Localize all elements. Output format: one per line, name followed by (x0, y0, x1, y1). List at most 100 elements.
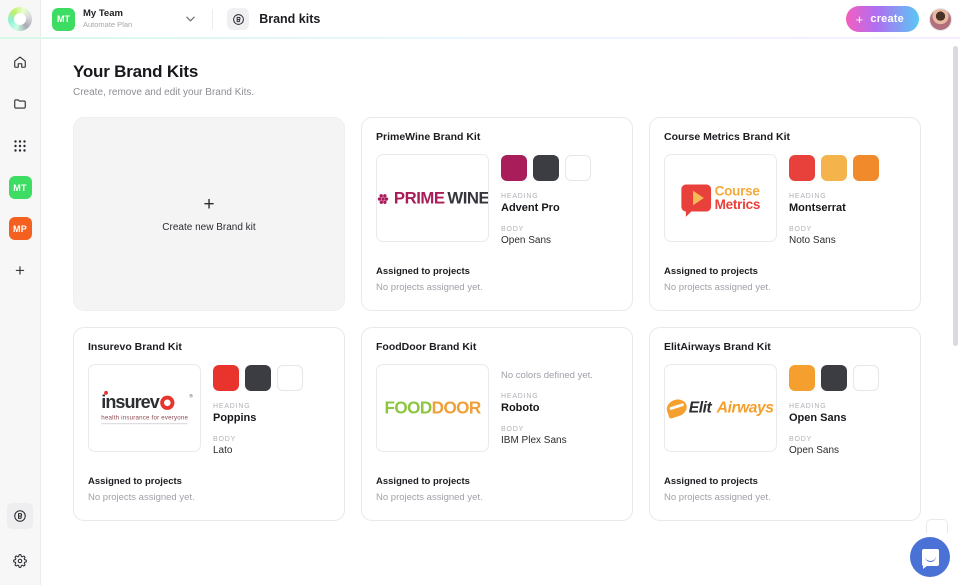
color-swatch[interactable] (565, 155, 591, 181)
team-text-group: My Team Automate Plan (83, 7, 133, 30)
team-plan: Automate Plan (83, 19, 133, 29)
rail-team-mt-label: MT (13, 182, 27, 193)
body-font: Open Sans (501, 235, 552, 246)
kit-title: Insurevo Brand Kit (88, 341, 182, 353)
rail-team-mp[interactable]: MP (8, 217, 32, 240)
brand-kit-card-primewine[interactable]: PrimeWine Brand Kit PRIME WINE HEADING A… (361, 117, 633, 311)
rail-top-group: MT MP + (8, 0, 32, 282)
fooddoor-logo-part1: FOOD (384, 398, 432, 418)
course-metrics-logo-part2: Metrics (714, 197, 760, 213)
avatar[interactable] (929, 7, 952, 31)
kit-title: FoodDoor Brand Kit (376, 341, 477, 353)
create-new-brand-kit-card[interactable]: + Create new Brand kit (73, 117, 345, 311)
kit-details: HEADING Poppins BODY Lato (213, 364, 330, 456)
brand-kit-card-course-metrics[interactable]: Course Metrics Brand Kit Course Metrics (649, 117, 921, 311)
create-button[interactable]: + create (845, 6, 919, 32)
body-font: Open Sans (789, 445, 840, 456)
color-swatch[interactable] (501, 155, 527, 181)
registered-mark-icon: ® (189, 393, 192, 399)
kit-body: FOOD DOOR No colors defined yet. HEADING … (376, 364, 618, 452)
rail-team-mt[interactable]: MT (8, 176, 32, 199)
color-swatch[interactable] (789, 155, 815, 181)
heading-label: HEADING (789, 193, 827, 200)
main-content: Your Brand Kits Create, remove and edit … (41, 40, 960, 585)
folder-icon[interactable] (8, 92, 32, 116)
brand-kit-card-fooddoor[interactable]: FoodDoor Brand Kit FOOD DOOR No colors de… (361, 327, 633, 521)
body-font: IBM Plex Sans (501, 435, 567, 446)
app-logo[interactable] (8, 7, 32, 31)
color-swatch[interactable] (533, 155, 559, 181)
assigned-title: Assigned to projects (664, 266, 758, 277)
logo-preview: Elit Airways (664, 364, 777, 452)
team-initials: MT (57, 14, 70, 24)
color-swatch[interactable] (213, 365, 239, 391)
assigned-title: Assigned to projects (376, 476, 470, 487)
color-swatch[interactable] (821, 155, 847, 181)
left-rail: MT MP + (0, 0, 41, 585)
color-swatch[interactable] (821, 365, 847, 391)
settings-gear-icon[interactable] (8, 549, 32, 573)
color-swatch[interactable] (245, 365, 271, 391)
topbar-divider (212, 9, 214, 29)
body-label: BODY (213, 436, 237, 443)
brand-kit-card-elitairways[interactable]: ElitAirways Brand Kit Elit Airways HEADIN… (649, 327, 921, 521)
elitairways-logo-part2: Airways (717, 398, 774, 417)
speech-bubble-play-icon (681, 184, 711, 217)
color-swatch[interactable] (853, 365, 879, 391)
color-swatch[interactable] (789, 365, 815, 391)
team-switcher[interactable]: MT My Team Automate Plan (52, 7, 195, 31)
chevron-down-icon[interactable] (186, 16, 195, 22)
team-name: My Team (83, 7, 123, 19)
heading-label: HEADING (789, 403, 827, 410)
logo-preview: Course Metrics (664, 154, 777, 242)
chat-bubble-icon[interactable] (910, 537, 950, 577)
brand-kits-icon[interactable] (7, 503, 33, 529)
heading-label: HEADING (213, 403, 251, 410)
home-icon[interactable] (8, 50, 32, 74)
grapes-icon (378, 193, 389, 204)
primewine-logo-part2: WINE (447, 188, 489, 207)
rail-bottom-group (7, 503, 33, 573)
rail-team-mp-label: MP (13, 223, 27, 234)
page-title: Your Brand Kits (73, 62, 199, 81)
brand-kit-grid: + Create new Brand kit PrimeWine Brand K… (73, 117, 921, 521)
insurevo-tagline: health insurance for everyone (101, 414, 188, 421)
logo-preview: PRIME WINE (376, 154, 489, 242)
insurevo-wordmark: insurev ® (101, 390, 193, 413)
kit-body: Elit Airways HEADING Open Sans BODY Open … (664, 364, 906, 456)
apps-grid-icon[interactable] (8, 134, 32, 158)
body-label: BODY (789, 436, 813, 443)
heading-font: Roboto (501, 402, 540, 414)
topbar-gradient-underline (0, 37, 960, 39)
kit-body: Course Metrics HEADING Montserrat BODY N… (664, 154, 906, 246)
add-team-icon[interactable]: + (8, 258, 32, 282)
topbar-right-group: + create (845, 6, 960, 32)
color-swatches (789, 155, 906, 181)
assigned-text: No projects assigned yet. (376, 282, 483, 293)
plus-icon: + (855, 11, 864, 27)
team-avatar: MT (52, 7, 75, 31)
topbar-page-title: Brand kits (259, 12, 321, 26)
body-font: Noto Sans (789, 235, 836, 246)
create-new-brand-kit-label: Create new Brand kit (162, 222, 256, 233)
assigned-text: No projects assigned yet. (88, 492, 195, 503)
heading-font: Open Sans (789, 412, 847, 424)
heading-label: HEADING (501, 393, 539, 400)
color-swatch[interactable] (277, 365, 303, 391)
course-metrics-logo: Course Metrics (681, 184, 760, 217)
assigned-title: Assigned to projects (664, 476, 758, 487)
body-label: BODY (501, 426, 525, 433)
brand-kit-card-insurevo[interactable]: Insurevo Brand Kit insurev ® health insu… (73, 327, 345, 521)
color-swatches (213, 365, 330, 391)
chat-panel-tab[interactable] (926, 519, 948, 533)
kit-details: HEADING Advent Pro BODY Open Sans (501, 154, 618, 246)
kit-body: PRIME WINE HEADING Advent Pro BODY Open S… (376, 154, 618, 246)
fooddoor-logo: FOOD DOOR (384, 398, 481, 418)
body-font: Lato (213, 445, 233, 456)
insurevo-dot-icon (103, 390, 108, 395)
elitairways-logo: Elit Airways (667, 399, 774, 417)
scrollbar[interactable] (953, 46, 958, 346)
plus-icon: + (203, 194, 215, 215)
no-colors-text: No colors defined yet. (501, 370, 593, 381)
color-swatch[interactable] (853, 155, 879, 181)
